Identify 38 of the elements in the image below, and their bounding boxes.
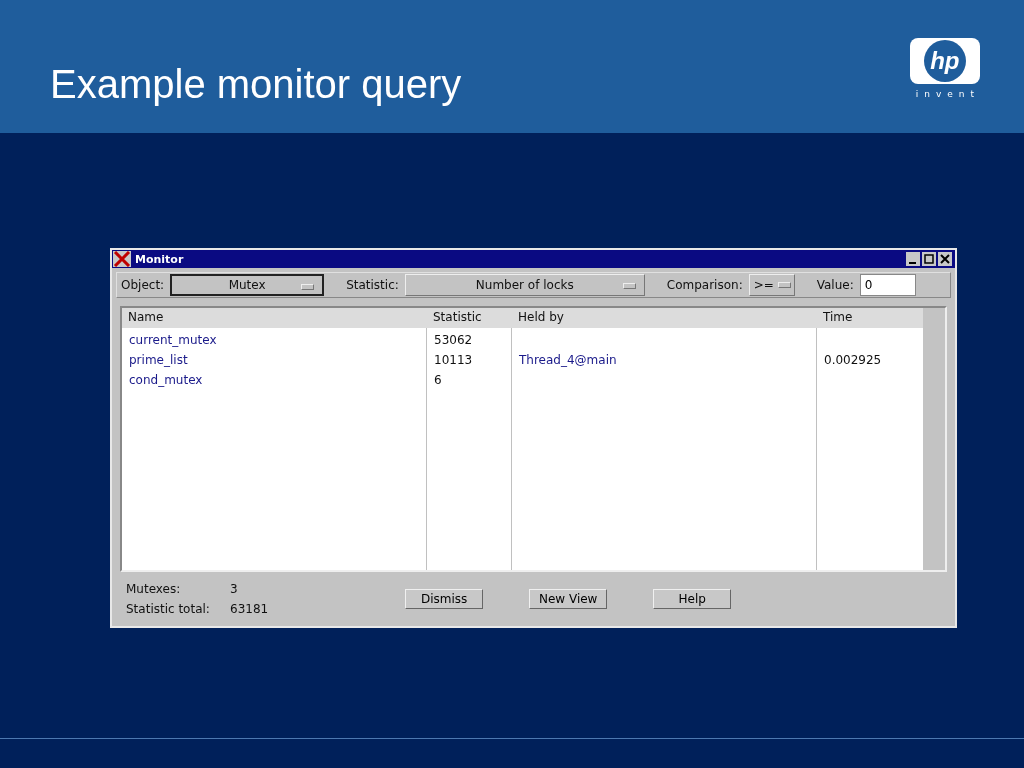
table-cell: 53062 (434, 333, 473, 347)
table-cell: 6 (434, 373, 442, 387)
close-icon[interactable] (938, 252, 952, 266)
table-cell: prime_list (129, 353, 188, 367)
x-logo-icon (113, 251, 131, 267)
field-label: Object: (121, 278, 165, 292)
table-cell: 10113 (434, 353, 473, 367)
option-menu-indicator-icon (622, 283, 636, 289)
table-cell: current_mutex (129, 333, 217, 347)
maximize-icon[interactable] (922, 252, 936, 266)
dropdown[interactable]: >= (748, 274, 795, 296)
column-header[interactable]: Statistic (427, 308, 512, 328)
summary-label: Statistic total: (126, 602, 211, 616)
summary-label: Mutexes: (126, 582, 182, 596)
field-label: Comparison: (666, 278, 743, 292)
field-label: Value: (816, 278, 854, 292)
logo-tagline: invent (915, 89, 980, 99)
minimize-icon[interactable] (906, 252, 920, 266)
option-menu-indicator-icon (777, 282, 791, 288)
logo-mark: hp (923, 40, 966, 82)
dialog-button[interactable]: New View (529, 589, 608, 609)
column-header[interactable]: Held by (512, 308, 817, 328)
dialog-button[interactable]: Dismiss (405, 589, 484, 609)
summary-value: 63181 (230, 602, 269, 616)
table-cell: cond_mutex (129, 373, 203, 387)
dropdown[interactable]: Mutex (170, 274, 325, 296)
column-header[interactable]: Name (122, 308, 427, 328)
slide-title: Example monitor query (50, 61, 462, 108)
field-label: Statistic: (346, 278, 399, 292)
table-cell: Thread_4@main (519, 353, 617, 367)
value-input-field[interactable]: 0 (859, 274, 916, 296)
column-header[interactable]: Time (817, 308, 923, 328)
window-title: Monitor (135, 252, 185, 266)
table-cell: 0.002925 (824, 353, 882, 367)
option-menu-indicator-icon (301, 284, 315, 290)
dropdown[interactable]: Number of locks (404, 274, 645, 296)
summary-value: 3 (230, 582, 238, 596)
dialog-button[interactable]: Help (653, 589, 732, 609)
